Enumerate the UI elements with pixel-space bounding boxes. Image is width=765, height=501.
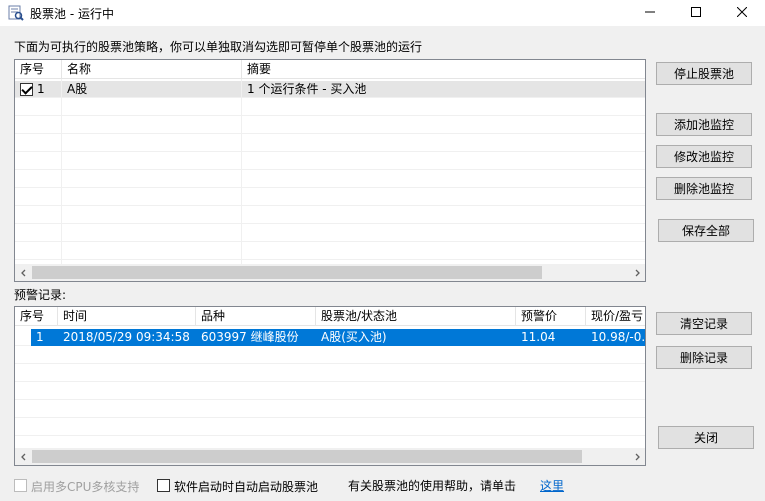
scroll-thumb[interactable] <box>32 450 582 463</box>
scroll-thumb[interactable] <box>32 266 542 279</box>
empty-row <box>15 99 645 116</box>
delete-monitor-button[interactable]: 删除池监控 <box>656 177 752 200</box>
alert-row-alert-price: 11.04 <box>521 330 556 344</box>
empty-row <box>15 419 645 436</box>
column-header-alert-price[interactable]: 预警价 <box>516 307 586 326</box>
pool-list-header: 序号 名称 摘要 <box>15 60 645 79</box>
column-header-time[interactable]: 时间 <box>58 307 196 326</box>
pool-row-name: A股 <box>62 81 242 98</box>
column-header-name[interactable]: 名称 <box>62 60 242 79</box>
clear-records-button[interactable]: 清空记录 <box>656 312 752 335</box>
multi-cpu-label: 启用多CPU多核支持 <box>31 480 140 494</box>
edit-monitor-button[interactable]: 修改池监控 <box>656 145 752 168</box>
alert-list-hscrollbar[interactable] <box>15 448 645 465</box>
alert-row[interactable]: 1 2018/05/29 09:34:58 603997 继峰股份 A股(买入池… <box>15 329 645 346</box>
delete-records-button[interactable]: 删除记录 <box>656 346 752 369</box>
alert-list-header: 序号 时间 品种 股票池/状态池 预警价 现价/盈亏 <box>15 307 645 326</box>
window-title: 股票池 - 运行中 <box>30 7 114 21</box>
auto-start-checkbox[interactable] <box>157 479 170 492</box>
add-monitor-button[interactable]: 添加池监控 <box>656 113 752 136</box>
minimize-icon <box>645 6 655 20</box>
empty-row <box>15 171 645 188</box>
alert-row-index: 1 <box>36 330 44 344</box>
column-header-summary[interactable]: 摘要 <box>242 60 645 79</box>
scroll-left-icon[interactable] <box>15 448 32 465</box>
pool-row-index: 1 <box>37 82 45 96</box>
close-window-button[interactable] <box>719 0 765 26</box>
empty-row <box>15 189 645 206</box>
empty-row <box>15 117 645 134</box>
title-bar: 股票池 - 运行中 <box>0 0 765 26</box>
alert-row-stock: 603997 继峰股份 <box>201 330 299 344</box>
alert-row-time: 2018/05/29 09:34:58 <box>63 330 190 344</box>
pool-list-hscrollbar[interactable] <box>15 264 645 281</box>
minimize-button[interactable] <box>627 0 673 26</box>
pool-description: 下面为可执行的股票池策略，你可以单独取消勾选即可暂停单个股票池的运行 <box>14 40 423 54</box>
help-text: 有关股票池的使用帮助，请单击 <box>348 479 517 493</box>
empty-row <box>15 135 645 152</box>
empty-row <box>15 401 645 418</box>
scroll-right-icon[interactable] <box>628 448 645 465</box>
empty-row <box>15 383 645 400</box>
empty-row <box>15 365 645 382</box>
column-header-index[interactable]: 序号 <box>15 307 58 326</box>
column-header-current[interactable]: 现价/盈亏 <box>586 307 645 326</box>
empty-row <box>15 207 645 224</box>
empty-row <box>15 153 645 170</box>
column-header-pool[interactable]: 股票池/状态池 <box>316 307 516 326</box>
maximize-button[interactable] <box>673 0 719 26</box>
save-all-button[interactable]: 保存全部 <box>658 219 754 242</box>
empty-row <box>15 243 645 260</box>
maximize-icon <box>691 6 701 20</box>
close-button[interactable]: 关闭 <box>658 426 754 449</box>
stop-pool-button[interactable]: 停止股票池 <box>656 62 752 85</box>
multi-cpu-checkbox[interactable] <box>14 479 27 492</box>
help-link[interactable]: 这里 <box>540 477 564 494</box>
column-header-stock[interactable]: 品种 <box>196 307 316 326</box>
scroll-right-icon[interactable] <box>628 264 645 281</box>
auto-start-label: 软件启动时自动启动股票池 <box>174 480 319 494</box>
alert-row-current: 10.98/-0.5 <box>591 330 645 344</box>
stock-pool-app-icon <box>8 5 24 21</box>
empty-row <box>15 347 645 364</box>
alert-list[interactable]: 序号 时间 品种 股票池/状态池 预警价 现价/盈亏 1 2018/05/29 … <box>14 306 646 466</box>
alert-section-title: 预警记录: <box>14 288 67 302</box>
pool-row-summary: 1 个运行条件 - 买入池 <box>242 81 645 98</box>
close-icon <box>736 6 748 20</box>
column-header-index[interactable]: 序号 <box>15 60 62 79</box>
pool-row[interactable]: 1 A股 1 个运行条件 - 买入池 <box>15 81 645 98</box>
alert-row-pool: A股(买入池) <box>321 330 387 344</box>
empty-row <box>15 225 645 242</box>
scroll-left-icon[interactable] <box>15 264 32 281</box>
pool-list[interactable]: 序号 名称 摘要 1 A股 1 个运行条件 - 买入池 <box>14 59 646 282</box>
